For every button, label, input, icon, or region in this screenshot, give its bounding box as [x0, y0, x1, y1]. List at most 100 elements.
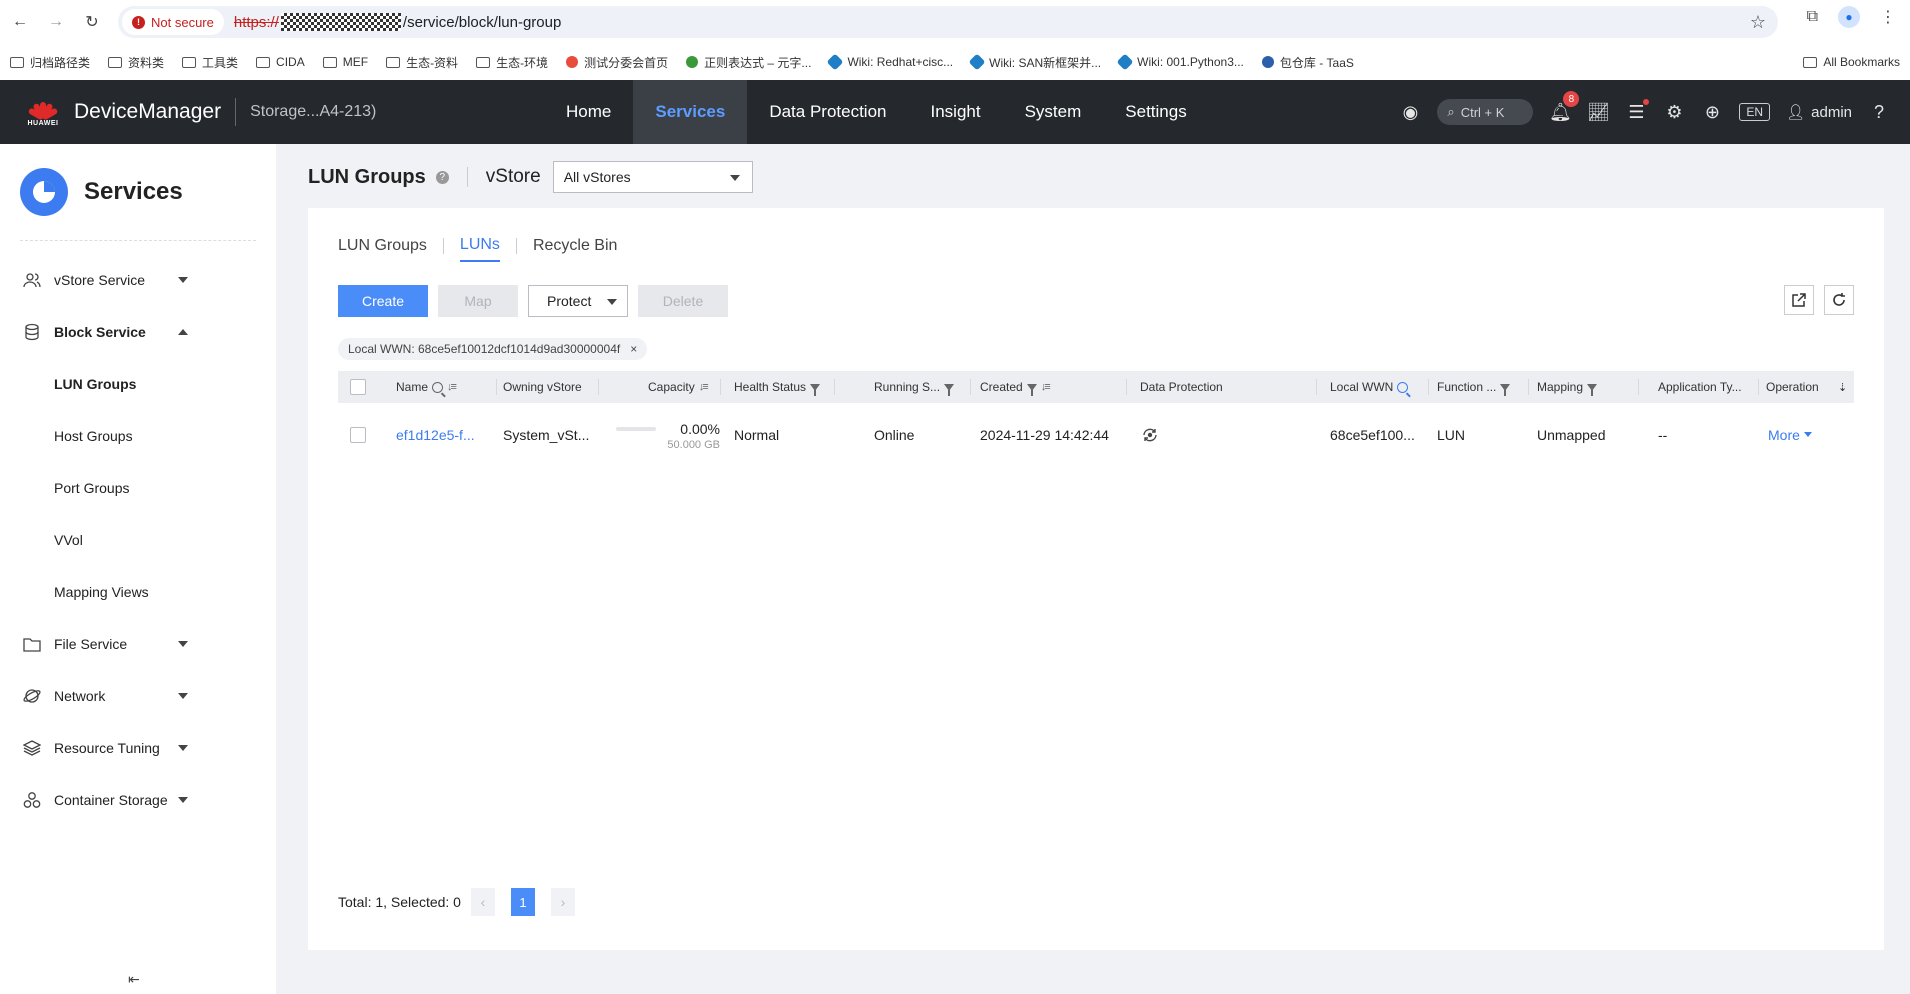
all-bookmarks[interactable]: All Bookmarks	[1803, 44, 1900, 80]
bookmark-item[interactable]: Wiki: Redhat+cisc...	[826, 53, 953, 71]
prev-page-icon[interactable]: ‹	[470, 888, 495, 916]
header-separator	[466, 167, 468, 187]
filter-icon[interactable]	[1026, 383, 1037, 396]
filter-icon[interactable]	[1587, 383, 1598, 396]
help-icon[interactable]: ?	[1868, 101, 1890, 123]
user-menu[interactable]: 👤︎ admin	[1786, 103, 1852, 122]
reload-icon[interactable]: ↻	[74, 4, 110, 40]
nav-home[interactable]: Home	[544, 80, 633, 144]
forward-icon[interactable]: →	[38, 4, 74, 40]
col-created[interactable]: Created ↓≡	[980, 380, 1051, 396]
page-title: LUN Groups	[308, 165, 426, 188]
bookmark-item[interactable]: Wiki: 001.Python3...	[1116, 53, 1244, 71]
col-capacity[interactable]: Capacity ↓≡	[648, 380, 709, 394]
col-running-status[interactable]: Running S...	[874, 380, 955, 396]
bookmark-item[interactable]: 生态-环境	[476, 54, 548, 71]
bookmark-item[interactable]: 包仓库 - TaaS	[1261, 54, 1354, 71]
tab-lun-groups[interactable]: LUN Groups	[338, 237, 427, 261]
col-data-protection[interactable]: Data Protection	[1140, 380, 1223, 394]
page-number[interactable]: 1	[510, 888, 535, 916]
close-icon[interactable]: ×	[630, 342, 637, 356]
profile-avatar-icon[interactable]: ●	[1838, 6, 1860, 28]
header-divider	[235, 98, 237, 126]
bookmark-item[interactable]: 工具类	[182, 54, 238, 71]
help-circle-icon[interactable]: ?	[435, 170, 449, 184]
data-protection-icon[interactable]	[1142, 427, 1158, 443]
vstore-select[interactable]: All vStores	[552, 161, 753, 193]
back-icon[interactable]: ←	[2, 4, 38, 40]
bookmark-item[interactable]: Wiki: SAN新框架并...	[968, 53, 1101, 71]
global-search[interactable]: ⌕ Ctrl + K	[1437, 99, 1534, 125]
nav-settings[interactable]: Settings	[1103, 80, 1208, 144]
filter-icon[interactable]	[944, 383, 955, 396]
row-checkbox[interactable]	[350, 426, 366, 443]
bookmark-item[interactable]: CIDA	[256, 55, 305, 69]
sidebar-item-block-service[interactable]: Block Service	[0, 306, 276, 358]
nav-system[interactable]: System	[1003, 80, 1104, 144]
filter-icon[interactable]	[810, 383, 821, 396]
col-mapping[interactable]: Mapping	[1537, 380, 1598, 396]
protect-dropdown[interactable]: Protect	[528, 285, 628, 317]
bookmark-item[interactable]: 正则表达式 – 元字...	[686, 54, 811, 71]
nav-data-protection[interactable]: Data Protection	[747, 80, 908, 144]
sidebar-item-file-service[interactable]: File Service	[0, 618, 276, 670]
gear-icon[interactable]: ⚙	[1663, 101, 1685, 123]
sidebar-sub-lun-groups[interactable]: LUN Groups	[0, 358, 276, 410]
map-button[interactable]: Map	[438, 285, 518, 317]
menu-kebab-icon[interactable]: ⋮	[1880, 7, 1896, 27]
table-header: Name ↓≡ Owning vStore Capacity ↓≡ Health S…	[338, 371, 1854, 403]
sidebar-item-vstore-service[interactable]: vStore Service	[0, 254, 276, 306]
col-health-status[interactable]: Health Status	[734, 380, 821, 396]
more-dropdown[interactable]: More	[1768, 427, 1812, 443]
sidebar-item-resource-tuning[interactable]: Resource Tuning	[0, 722, 276, 774]
sidebar-sub-port-groups[interactable]: Port Groups	[0, 462, 276, 514]
sidebar-sub-host-groups[interactable]: Host Groups	[0, 410, 276, 462]
col-local-wwn[interactable]: Local WWN	[1330, 380, 1409, 394]
sidebar-sub-mapping-views[interactable]: Mapping Views	[0, 566, 276, 618]
bookmark-item[interactable]: 资料类	[108, 54, 164, 71]
assistant-icon[interactable]: ◉	[1399, 101, 1421, 123]
sidebar-sub-vvol[interactable]: VVol	[0, 514, 276, 566]
col-application-type[interactable]: Application Ty...	[1658, 380, 1742, 394]
add-circle-icon[interactable]: ⊕	[1701, 101, 1723, 123]
col-name[interactable]: Name ↓≡	[396, 380, 457, 394]
url-text[interactable]: https:// /service/block/lun-group	[234, 13, 561, 31]
extensions-icon[interactable]: ⧉	[1807, 8, 1818, 26]
sidebar-item-network[interactable]: Network	[0, 670, 276, 722]
col-owning-vstore[interactable]: Owning vStore	[503, 380, 582, 394]
search-icon[interactable]	[432, 381, 444, 393]
refresh-icon[interactable]	[1824, 285, 1854, 315]
bookmark-star-icon[interactable]: ☆	[1750, 12, 1766, 33]
select-all-checkbox[interactable]	[350, 379, 366, 395]
bookmark-item[interactable]: 归档路径类	[10, 54, 90, 71]
sort-icon[interactable]: ↓≡	[447, 381, 457, 393]
col-function[interactable]: Function ...	[1437, 380, 1511, 396]
tab-recycle-bin[interactable]: Recycle Bin	[533, 237, 617, 261]
bell-icon[interactable]: 🔔︎ 8	[1549, 91, 1580, 123]
search-icon[interactable]	[1397, 381, 1409, 393]
bookmark-item[interactable]: 生态-资料	[386, 54, 458, 71]
next-page-icon[interactable]: ›	[550, 888, 575, 916]
monitor-chart-icon[interactable]: 📈︎	[1587, 101, 1610, 123]
create-button[interactable]: Create	[338, 285, 428, 317]
filter-icon[interactable]	[1500, 383, 1511, 396]
security-chip[interactable]: ! Not secure	[122, 9, 224, 35]
sort-icon[interactable]: ↓≡	[1041, 381, 1051, 393]
collapse-sidebar-icon[interactable]: ⇤	[128, 971, 140, 988]
language-toggle[interactable]: EN	[1739, 103, 1771, 121]
lun-name-link[interactable]: ef1d12e5-f...	[396, 427, 475, 443]
sidebar-item-container-storage[interactable]: Container Storage	[0, 774, 276, 826]
nav-insight[interactable]: Insight	[909, 80, 1003, 144]
storage-name[interactable]: Storage...A4-213)	[250, 103, 376, 121]
column-settings-icon[interactable]: ⇣	[1838, 381, 1847, 394]
bookmark-item[interactable]: MEF	[322, 55, 368, 69]
export-icon[interactable]	[1784, 285, 1814, 315]
delete-button[interactable]: Delete	[638, 285, 728, 317]
table-row[interactable]: ef1d12e5-f... System_vSt... 0.00% 50.000…	[338, 403, 1854, 467]
tab-luns[interactable]: LUNs	[459, 236, 500, 262]
nav-services[interactable]: Services	[633, 80, 748, 144]
sort-icon[interactable]: ↓≡	[699, 381, 709, 393]
task-list-icon[interactable]: ☰	[1625, 99, 1650, 123]
address-bar[interactable]: ! Not secure https:// /service/block/lun…	[118, 6, 1778, 38]
bookmark-item[interactable]: 测试分委会首页	[566, 54, 668, 71]
